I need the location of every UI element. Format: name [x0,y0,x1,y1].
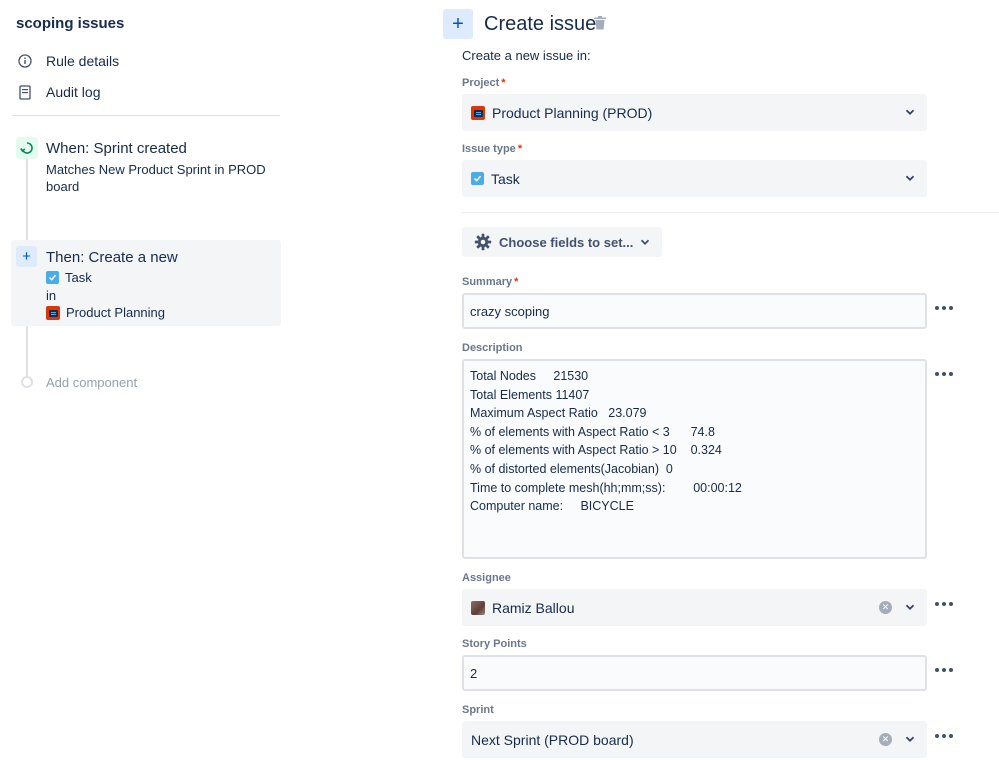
sidebar-divider [12,115,280,116]
chevron-down-icon [905,109,915,115]
description-line: % of distorted elements(Jacobian) 0 [470,461,673,476]
story-points-value: 2 [470,665,478,681]
project-label: Project * [462,77,506,89]
description-line: Time to complete mesh(hh;mm;ss): 00:00:1… [470,480,742,495]
chevron-down-icon [905,736,915,742]
description-line: Total Nodes 21530 [470,369,589,383]
description-textarea[interactable]: Total Nodes 21530 Total Elements 11407 M… [462,359,927,559]
description-label: Description [462,342,523,354]
sprint-more-button[interactable] [935,733,953,739]
required-marker: * [514,276,519,288]
trash-icon[interactable] [594,16,608,32]
action-issue-type-label: Task [65,270,92,285]
page-title: Create issue [484,13,597,35]
create-in-label: Create a new issue in: [462,48,591,63]
story-points-label: Story Points [462,638,527,650]
issue-type-label: Issue type * [462,143,522,155]
issue-type-select[interactable]: Task [462,160,927,197]
add-component-dot [21,376,33,388]
required-marker: * [501,77,506,89]
avatar [471,600,485,615]
action-in-label: in [46,288,56,303]
description-more-button[interactable] [935,371,953,377]
audit-log-link[interactable]: Audit log [16,81,100,103]
issue-type-value: Task [491,170,520,187]
audit-log-label: Audit log [46,84,101,100]
clear-icon[interactable]: ✕ [879,733,892,746]
plus-icon: + [443,9,473,39]
task-icon [46,271,59,284]
task-icon [471,172,484,185]
action-issue-type: Task [46,270,92,285]
info-icon [16,52,34,70]
audit-log-icon [16,83,34,101]
section-divider [462,212,999,213]
project-select[interactable]: Product Planning (PROD) [462,94,927,131]
clear-icon[interactable]: ✕ [879,601,892,614]
summary-label: Summary * [462,276,518,288]
sprint-trigger-icon [16,137,38,159]
story-points-more-button[interactable] [935,667,953,673]
project-icon [46,305,60,320]
sprint-value: Next Sprint (PROD board) [471,731,634,748]
summary-label-text: Summary [462,276,513,288]
assignee-label: Assignee [462,572,511,584]
chevron-down-icon [905,604,915,610]
chevron-down-icon [641,239,650,245]
assignee-value: Ramiz Ballou [492,599,575,616]
description-line: Computer name: BICYCLE [470,499,634,514]
story-points-input[interactable]: 2 [462,655,927,691]
choose-fields-button[interactable]: Choose fields to set... [462,227,662,257]
rule-details-label: Rule details [46,53,120,69]
required-marker: * [517,143,523,155]
issue-type-label-text: Issue type [462,143,516,155]
rule-title: scoping issues [16,15,125,32]
rule-sidebar: scoping issues Rule details Audit log Wh… [0,0,290,781]
sprint-label: Sprint [462,704,494,716]
description-line: Maximum Aspect Ratio 23.079 [470,406,647,421]
sprint-select[interactable]: Next Sprint (PROD board) ✕ [462,721,927,758]
project-icon [471,105,485,120]
plus-icon: + [16,246,37,267]
assignee-more-button[interactable] [935,601,953,607]
summary-input[interactable]: crazy scoping [462,293,927,329]
summary-value: crazy scoping [470,303,550,319]
description-line: % of elements with Aspect Ratio > 10 0.3… [470,443,722,458]
add-component-button[interactable]: Add component [46,375,137,390]
project-value: Product Planning (PROD) [492,104,653,121]
action-in-text: in [46,288,57,303]
action-title: Then: Create a new [46,249,178,266]
action-project-label: Product Planning [66,305,166,320]
gear-icon [474,233,492,251]
action-project: Product Planning [46,305,165,320]
summary-more-button[interactable] [935,305,953,311]
chevron-down-icon [905,175,915,181]
description-line: Total Elements 11407 [470,387,590,402]
rule-details-link[interactable]: Rule details [16,50,119,72]
choose-fields-label: Choose fields to set... [499,234,634,250]
assignee-select[interactable]: Ramiz Ballou ✕ [462,589,927,626]
trigger-title[interactable]: When: Sprint created [46,140,187,157]
project-label-text: Project [462,77,500,89]
trigger-description: Matches New Product Sprint in PROD board [46,162,266,194]
description-line: % of elements with Aspect Ratio < 3 74.8 [470,424,715,439]
